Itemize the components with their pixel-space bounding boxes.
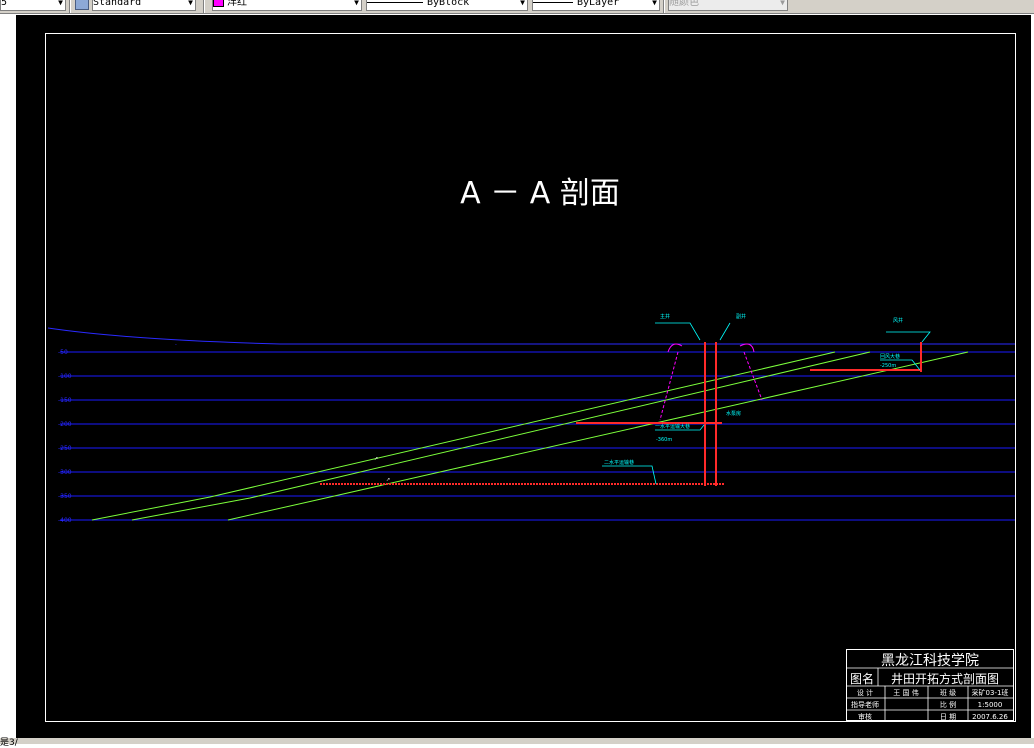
vent-shaft-label: 风井 [893, 317, 903, 324]
class-label: 班 级 [940, 688, 956, 697]
plotstyle-value: 随颜色 [669, 0, 699, 8]
level2-road-label: 二水平运输巷 [604, 459, 634, 466]
leader-line [655, 322, 701, 341]
vent-depth-label: -250m [880, 363, 896, 369]
drawing-border [45, 33, 1016, 722]
chevron-down-icon: ▼ [520, 0, 525, 7]
section-title: A － A 剖面 [460, 176, 620, 211]
chevron-down-icon: ▼ [652, 0, 657, 7]
leader-line [719, 322, 731, 341]
chevron-down-icon: ▼ [354, 0, 359, 7]
chevron-down-icon: ▼ [780, 0, 785, 7]
level1-road-label: 一水平运输大巷 [655, 423, 690, 430]
shaft-arc-right [739, 343, 755, 353]
coal-seam-1 [91, 351, 836, 521]
pump-room-label: 水泵房 [726, 410, 741, 417]
leader-line [602, 465, 657, 485]
dimstyle-value: 5 [1, 0, 8, 8]
lineweight-value: ByLayer [577, 0, 620, 8]
plotstyle-combo: 随颜色 ▼ [668, 0, 788, 11]
textstyle-combo[interactable]: Standard ▼ [92, 0, 196, 11]
textstyle-value: Standard [93, 0, 142, 8]
coal-seam-2 [131, 351, 871, 521]
designer-label: 设 计 [857, 688, 873, 697]
shaft-arc-left [667, 343, 683, 353]
coal-seam-3 [227, 351, 969, 521]
status-bar: 是3/ [0, 738, 1034, 748]
chevron-down-icon: ▼ [188, 0, 193, 7]
lineweight-combo[interactable]: ByLayer ▼ [532, 0, 660, 11]
scale-label: 比 例 [940, 700, 956, 709]
drawing-name: 井田开拓方式剖面图 [891, 671, 999, 686]
scale-value: 1:5000 [978, 701, 1003, 709]
linetype-value: ByBlock [427, 0, 470, 8]
inclined-drift-left [659, 351, 679, 421]
toolbar-separator [203, 0, 205, 13]
level-label: -50 [58, 349, 68, 356]
reviewer-label: 审核 [858, 712, 872, 721]
chevron-down-icon: ▼ [58, 0, 63, 7]
seam-marker: ↗ [386, 477, 390, 483]
level-label: -150 [58, 397, 72, 404]
linetype-combo[interactable]: ByBlock ▼ [366, 0, 528, 11]
main-shaft-label: 主井 [660, 313, 670, 320]
drawing-svg: A － A 剖面 - -50 -100 -150 -200 -250 -300 … [45, 33, 1016, 722]
text-style-icon[interactable] [75, 0, 89, 10]
seam-marker: ↗ [374, 456, 378, 462]
properties-toolbar: 5 ▼ Standard ▼ 洋红 ▼ ByBlock ▼ ByLayer ▼ … [0, 0, 1034, 14]
vent-road-label: 回风大巷 [880, 353, 900, 360]
level-label: -300 [58, 469, 72, 476]
drawing-name-label: 图名 [850, 671, 874, 686]
status-text: 是3/ [0, 738, 18, 748]
ground-surface-line [47, 327, 1015, 345]
level-label: -400 [58, 517, 72, 524]
aux-shaft-label: 副井 [736, 313, 746, 320]
date-value: 2007.6.26 [972, 713, 1008, 721]
toolbar-separator [663, 0, 665, 13]
dimstyle-combo[interactable]: 5 ▼ [0, 0, 66, 11]
lineweight-preview [533, 1, 573, 3]
toolbar-separator [69, 0, 71, 13]
level-label: -200 [58, 421, 72, 428]
linetype-preview [367, 1, 423, 3]
level-label: -350 [58, 493, 72, 500]
class-value: 采矿03-1班 [972, 688, 1009, 697]
color-value: 洋红 [227, 0, 247, 8]
level-label: -100 [58, 373, 72, 380]
level-label: -250 [58, 445, 72, 452]
color-combo[interactable]: 洋红 ▼ [212, 0, 362, 11]
designer-value: 王 国 伟 [893, 688, 918, 697]
date-label: 日 期 [940, 713, 956, 721]
drawing-canvas[interactable]: A － A 剖面 - -50 -100 -150 -200 -250 -300 … [16, 15, 1031, 738]
school-name: 黑龙江科技学院 [881, 653, 979, 669]
level1-depth-label: -360m [656, 437, 672, 443]
title-block: 黑龙江科技学院 图名 井田开拓方式剖面图 设 计 王 国 伟 班 级 采矿03-… [846, 649, 1014, 721]
ground-marker: - [175, 342, 177, 348]
advisor-label: 指导老师 [851, 700, 879, 709]
color-swatch-icon [213, 0, 224, 7]
leader-line [886, 331, 931, 343]
